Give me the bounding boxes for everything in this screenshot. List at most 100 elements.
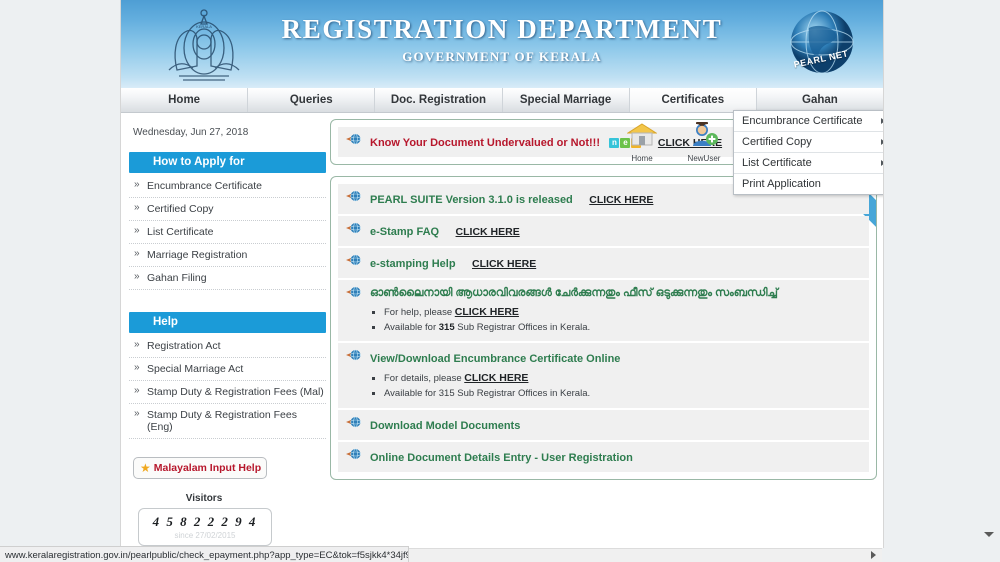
quick-link-home[interactable]: Home [618, 122, 666, 172]
view-download-ec-row: View/Download Encumbrance Certificate On… [338, 343, 869, 408]
online-document-entry-row: Online Document Details Entry - User Reg… [338, 441, 869, 472]
sidebar-item-certified-copy[interactable]: Certified Copy [129, 198, 326, 221]
globe-bullet-icon [346, 190, 361, 202]
sidebar-item-marriage-registration[interactable]: Marriage Registration [129, 244, 326, 267]
page-content: KERALA REGISTRATION DEPARTMENT GOVERNMEN… [121, 0, 883, 548]
how-to-apply-heading: How to Apply for [129, 152, 326, 173]
nav-item-doc-registration[interactable]: Doc. Registration [375, 88, 503, 112]
nav-item-queries[interactable]: Queries [248, 88, 376, 112]
malayalam-input-help-label: Malayalam Input Help [153, 462, 262, 474]
scroll-right-arrow[interactable] [871, 551, 876, 559]
malayalam-notice-title: ഓൺലൈനായി ആധാരവിവരങ്ങൾ ചേർക്കുന്നതും ഫീസ്… [370, 287, 778, 299]
star-icon: ★ [140, 461, 151, 475]
view-download-ec-bullets: For details, please CLICK HERE Available… [370, 370, 861, 401]
nav-item-gahan[interactable]: Gahan [757, 88, 883, 112]
pearl-suite-click-here-link[interactable]: CLICK HERE [589, 194, 653, 206]
status-bar-url: www.keralaregistration.gov.in/pearlpubli… [5, 549, 409, 561]
pearl-suite-title: PEARL SUITE Version 3.1.0 is released [370, 194, 573, 206]
globe-bullet-icon [346, 222, 361, 234]
visitors-count: 4 5 8 2 2 2 9 4 [152, 514, 258, 529]
page-subtitle: GOVERNMENT OF KERALA [402, 49, 602, 64]
chevron-right-icon [881, 139, 883, 145]
browser-right-margin [882, 0, 1000, 548]
quick-link-new-user-label: NewUser [687, 154, 721, 163]
nav-item-certificates[interactable]: Certificates [629, 88, 757, 112]
download-model-documents-title[interactable]: Download Model Documents [370, 420, 520, 432]
globe-bullet-icon [346, 448, 361, 460]
malayalam-input-help-button[interactable]: ★ Malayalam Input Help [133, 457, 267, 479]
menu-item-encumbrance-certificate[interactable]: Encumbrance Certificate [734, 111, 883, 132]
sidebar: Wednesday, Jun 27, 2018 How to Apply for… [121, 113, 326, 548]
scroll-down-arrow[interactable] [984, 532, 994, 537]
available-suffix: Sub Registrar Offices in Kerala. [454, 321, 591, 333]
globe-bullet-icon [346, 286, 361, 298]
malayalam-notice-bullets: For help, please CLICK HERE Available fo… [370, 304, 861, 335]
malayalam-notice-row: ഓൺലൈനായി ആധാരവിവരങ്ങൾ ചേർക്കുന്നതും ഫീസ്… [338, 280, 869, 342]
quick-link-home-label: Home [631, 154, 653, 163]
how-to-apply-list: Encumbrance Certificate Certified Copy L… [129, 175, 326, 290]
menu-item-list-certificate-label: List Certificate [742, 157, 812, 169]
menu-item-list-certificate[interactable]: List Certificate [734, 153, 883, 174]
list-item: For details, please CLICK HERE [384, 370, 861, 387]
globe-bullet-icon [346, 349, 361, 361]
nav-item-special-marriage[interactable]: Special Marriage [503, 88, 630, 112]
page-title: REGISTRATION DEPARTMENT [281, 14, 723, 44]
chevron-right-icon [881, 160, 883, 166]
banner-title-block: REGISTRATION DEPARTMENT GOVERNMENT OF KE… [121, 14, 883, 65]
chevron-right-icon [881, 118, 883, 124]
visitors-counter: 4 5 8 2 2 2 9 4 since 27/02/2015 [138, 508, 272, 546]
estamp-faq-row: e-Stamp FAQ CLICK HERE [338, 216, 869, 246]
list-item: Available for 315 Sub Registrar Offices … [384, 387, 861, 402]
menu-item-print-application-label: Print Application [742, 178, 821, 190]
list-item: For help, please CLICK HERE [384, 304, 861, 321]
new-user-icon [693, 118, 718, 146]
malayalam-help-click-here-link[interactable]: CLICK HERE [455, 306, 519, 318]
list-item: Available for 315 Sub Registrar Offices … [384, 321, 861, 336]
screen-root: KERALA REGISTRATION DEPARTMENT GOVERNMEN… [0, 0, 1000, 562]
globe-bullet-icon [346, 133, 361, 145]
estamping-help-click-here-link[interactable]: CLICK HERE [472, 258, 536, 270]
site-header-banner: KERALA REGISTRATION DEPARTMENT GOVERNMEN… [121, 0, 883, 88]
download-model-documents-row: Download Model Documents [338, 409, 869, 440]
available-prefix: Available for [384, 321, 439, 333]
undervalued-title: Know Your Document Undervalued or Not!!! [370, 137, 600, 149]
view-download-ec-title: View/Download Encumbrance Certificate On… [370, 353, 621, 366]
sidebar-item-special-marriage-act[interactable]: Special Marriage Act [129, 358, 326, 381]
nav-item-home[interactable]: Home [121, 88, 249, 112]
view-ec-click-here-link[interactable]: CLICK HERE [464, 372, 528, 384]
announcements-card: Links PEARL SUITE Version 3.1.0 is relea… [330, 176, 877, 480]
home-icon [626, 123, 658, 146]
menu-item-certified-copy-label: Certified Copy [742, 136, 812, 148]
for-help-text: For help, please [384, 306, 455, 318]
estamp-faq-title: e-Stamp FAQ [370, 226, 440, 238]
certificates-dropdown-menu: Encumbrance Certificate Certified Copy L… [733, 110, 883, 195]
menu-item-certified-copy[interactable]: Certified Copy [734, 132, 883, 153]
menu-item-encumbrance-certificate-label: Encumbrance Certificate [742, 115, 863, 127]
sidebar-item-stamp-duty-eng[interactable]: Stamp Duty & Registration Fees (Eng) [129, 404, 326, 439]
estamping-help-title: e-stamping Help [370, 258, 456, 270]
help-list: Registration Act Special Marriage Act St… [129, 335, 326, 439]
visitors-label: Visitors [185, 493, 223, 504]
current-date: Wednesday, Jun 27, 2018 [133, 127, 249, 138]
sidebar-item-stamp-duty-mal[interactable]: Stamp Duty & Registration Fees (Mal) [129, 381, 326, 404]
sidebar-item-gahan-filing[interactable]: Gahan Filing [129, 267, 326, 290]
estamp-faq-click-here-link[interactable]: CLICK HERE [456, 226, 520, 238]
status-bar: www.keralaregistration.gov.in/pearlpubli… [0, 546, 409, 562]
browser-left-margin [0, 0, 120, 548]
globe-bullet-icon [346, 416, 361, 428]
menu-item-print-application[interactable]: Print Application [734, 174, 883, 194]
pearl-net-globe-logo [790, 10, 854, 74]
office-count: 315 [438, 321, 455, 333]
visitors-since: since 27/02/2015 [174, 531, 236, 540]
sidebar-item-list-certificate[interactable]: List Certificate [129, 221, 326, 244]
estamping-help-row: e-stamping Help CLICK HERE [338, 248, 869, 278]
online-document-entry-title[interactable]: Online Document Details Entry - User Reg… [370, 452, 633, 464]
globe-bullet-icon [346, 254, 361, 266]
help-heading: Help [129, 312, 326, 333]
for-details-text: For details, please [384, 373, 465, 385]
quick-link-new-user[interactable]: NewUser [680, 118, 728, 172]
sidebar-item-registration-act[interactable]: Registration Act [129, 335, 326, 358]
page-viewport: KERALA REGISTRATION DEPARTMENT GOVERNMEN… [120, 0, 884, 548]
sidebar-item-encumbrance-certificate[interactable]: Encumbrance Certificate [129, 175, 326, 198]
